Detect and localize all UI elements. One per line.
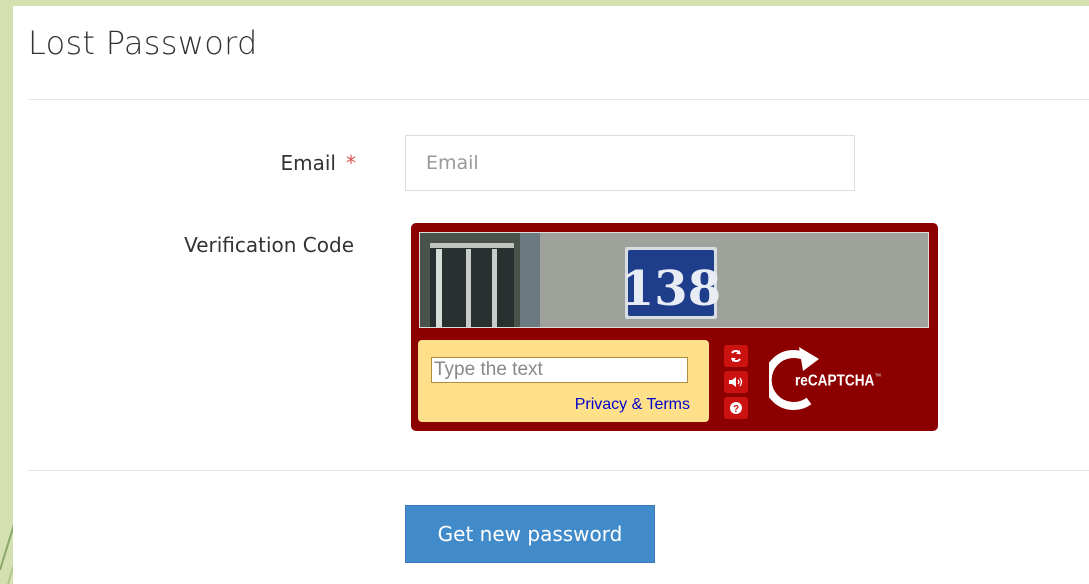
recaptcha-widget: 138 Privacy & Terms ?	[411, 223, 938, 431]
captcha-reload-button[interactable]	[724, 345, 748, 367]
recaptcha-logo-text: reCAPTCHA™	[795, 372, 882, 390]
captcha-image-number: 138	[621, 261, 721, 317]
captcha-audio-button[interactable]	[724, 371, 748, 393]
get-new-password-button[interactable]: Get new password	[405, 505, 655, 563]
page-title: Lost Password	[28, 24, 258, 62]
lost-password-panel: Lost Password Email * Verification Code 1…	[13, 6, 1089, 584]
email-label-group: Email *	[173, 151, 357, 175]
verification-code-label: Verification Code	[184, 233, 354, 257]
captcha-help-button[interactable]: ?	[724, 397, 748, 419]
captcha-response-input[interactable]	[431, 357, 688, 383]
recaptcha-logo: reCAPTCHA™	[769, 345, 899, 415]
audio-icon	[729, 377, 743, 387]
refresh-icon	[731, 350, 741, 362]
required-marker: *	[346, 151, 356, 175]
svg-text:?: ?	[733, 404, 739, 415]
email-field[interactable]	[405, 135, 855, 191]
captcha-image: 138	[419, 232, 929, 328]
title-divider	[28, 99, 1089, 100]
form-divider	[28, 470, 1089, 471]
email-label: Email	[280, 151, 337, 175]
help-icon: ?	[730, 402, 742, 415]
captcha-input-area: Privacy & Terms	[418, 340, 709, 422]
privacy-terms-link[interactable]: Privacy & Terms	[575, 396, 690, 414]
